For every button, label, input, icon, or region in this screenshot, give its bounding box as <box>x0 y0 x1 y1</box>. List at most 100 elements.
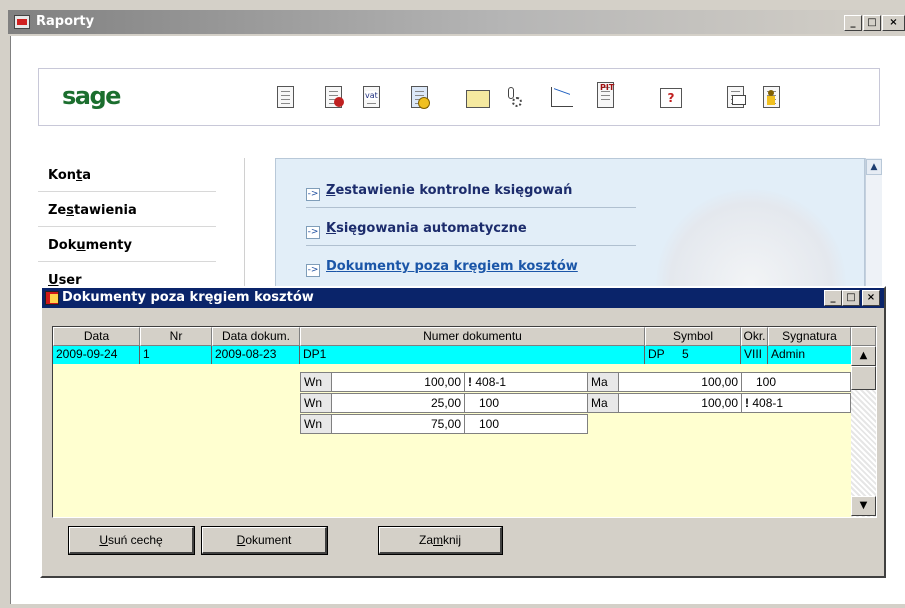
nav-item-zestawienia[interactable]: Zestawienia <box>38 193 216 227</box>
nav-zestawienia-accel: s <box>66 203 74 218</box>
cell-data: 2009-09-24 <box>53 346 140 364</box>
nav-divider <box>244 158 245 298</box>
nav-item-dokumenty[interactable]: Dokumenty <box>38 228 216 262</box>
cell-nr: 1 <box>140 346 212 364</box>
ma-account-cell: ! 408-1 <box>741 393 851 413</box>
dialog-close-button[interactable]: × <box>862 290 880 306</box>
close-accel: m <box>433 533 443 547</box>
wn-amount: 100,00 <box>331 372 465 392</box>
link-zestawienie-kontrolne[interactable]: -> Zestawienie kontrolne księgowań <box>306 183 636 209</box>
minimize-button[interactable]: _ <box>844 15 862 31</box>
wn-entry-row[interactable]: Wn 100,00 ! 408-1 <box>300 372 588 392</box>
link-label: estawienie kontrolne księgowań <box>335 183 573 198</box>
app-icon <box>14 15 30 29</box>
col-header-okr[interactable]: Okr. <box>741 327 768 346</box>
close-label-start: Za <box>418 533 433 547</box>
close-dialog-button[interactable]: Zamknij <box>378 526 503 555</box>
left-nav: Konta Zestawienia Dokumenty User <box>38 158 216 293</box>
document-label: okument <box>245 533 292 547</box>
dialog-app-icon <box>45 291 59 305</box>
col-header-nr[interactable]: Nr <box>140 327 212 346</box>
panel-scrollbar[interactable] <box>865 158 882 298</box>
vat-report-icon[interactable]: vat <box>360 85 384 111</box>
document-accel: D <box>236 533 246 547</box>
arrow-icon: -> <box>306 264 320 277</box>
dialog-titlebar[interactable]: Dokumenty poza kręgiem kosztów <box>42 288 884 308</box>
help-icon[interactable]: ? <box>658 85 684 111</box>
cell-numer: DP1 <box>300 346 645 364</box>
cell-sygnatura: Admin <box>771 347 806 361</box>
person-icon[interactable] <box>760 85 784 111</box>
cell-data-dokum: 2009-08-23 <box>212 346 300 364</box>
link-separator <box>306 245 636 246</box>
folder-icon[interactable] <box>464 85 492 111</box>
cell-symbol-nr: 5 <box>679 346 741 364</box>
cell-okr: VIII <box>741 346 768 364</box>
document-button[interactable]: Dokument <box>201 526 328 555</box>
main-titlebar[interactable]: Raporty <box>8 10 905 34</box>
link-label: okumenty poza kręgiem kosztów <box>336 259 578 274</box>
link-accel: D <box>326 259 337 274</box>
toolbar-band <box>38 68 880 126</box>
link-label: sięgowania automatyczne <box>336 221 527 236</box>
panel-scroll-up-icon[interactable]: ▲ <box>866 159 882 175</box>
col-header-symbol[interactable]: Symbol <box>645 327 741 346</box>
ma-side: Ma <box>587 393 619 413</box>
reports-panel: -> Zestawienie kontrolne księgowań -> Księ… <box>275 158 865 298</box>
dialog-maximize-button[interactable]: □ <box>842 290 860 306</box>
window-title: Raporty <box>36 14 95 29</box>
sage-logo: sage <box>62 82 121 110</box>
pit-icon[interactable]: PIT <box>594 81 620 111</box>
scroll-down-icon[interactable]: ▼ <box>851 496 876 516</box>
warning-icon: ! <box>468 375 472 389</box>
report-list-icon[interactable] <box>274 85 298 111</box>
dialog-minimize-button[interactable]: _ <box>824 290 842 306</box>
wn-account-cell: ! 408-1 <box>464 372 588 392</box>
ma-amount: 100,00 <box>618 372 742 392</box>
nav-item-konta[interactable]: Konta <box>38 158 216 192</box>
alert-report-icon[interactable] <box>408 85 432 111</box>
remove-accel: U <box>99 533 108 547</box>
ma-account: 100 <box>741 372 851 392</box>
link-dokumenty-poza-kregiem[interactable]: -> Dokumenty poza kręgiem kosztów <box>306 259 578 285</box>
scroll-thumb[interactable] <box>851 366 876 390</box>
background-portrait <box>656 189 846 297</box>
nav-dokumenty-accel: u <box>76 238 86 253</box>
config-report-icon[interactable] <box>322 85 346 111</box>
mail-icon[interactable] <box>724 85 748 111</box>
remove-flag-button[interactable]: Usuń cechę <box>68 526 195 555</box>
nav-zestawienia-text-end: tawienia <box>74 203 137 218</box>
remove-label: suń cechę <box>107 533 163 547</box>
col-header-data[interactable]: Data <box>53 327 140 346</box>
nav-zestawienia-text: Ze <box>48 203 67 218</box>
dialog-title: Dokumenty poza kręgiem kosztów <box>62 290 314 305</box>
maximize-button[interactable]: □ <box>863 15 881 31</box>
close-button[interactable]: × <box>882 15 905 31</box>
nav-dokumenty-text-end: menty <box>85 238 132 253</box>
col-header-data-dokum[interactable]: Data dokum. <box>212 327 300 346</box>
ma-account: 408-1 <box>752 396 784 410</box>
col-header-sygnatura[interactable]: Sygnatura <box>768 327 851 346</box>
warning-icon: ! <box>745 396 749 410</box>
pit-label: PIT <box>600 83 615 92</box>
link-ksiegowania-automatyczne[interactable]: -> Księgowania automatyczne <box>306 221 636 247</box>
wn-side: Wn <box>300 414 332 434</box>
nav-dokumenty-text: Dok <box>48 238 77 253</box>
nav-konta-text: Kon <box>48 168 77 183</box>
scroll-up-icon[interactable]: ▲ <box>851 346 876 366</box>
link-separator <box>306 207 636 208</box>
vat-label: vat <box>365 91 378 100</box>
wn-side: Wn <box>300 393 332 413</box>
chart-icon[interactable] <box>548 85 576 111</box>
wn-entry-row[interactable]: Wn 25,00 100 <box>300 393 588 413</box>
ma-entry-row[interactable]: Ma 100,00 100 <box>587 372 851 392</box>
wn-side: Wn <box>300 372 332 392</box>
table-row[interactable]: 2009-09-24 1 2009-08-23 DP1 DP 5 VIII Ad… <box>53 346 851 364</box>
tools-icon[interactable] <box>502 85 526 111</box>
wn-account: 100 <box>464 414 588 434</box>
col-header-numer-dokumentu[interactable]: Numer dokumentu <box>300 327 645 346</box>
wn-entry-row[interactable]: Wn 75,00 100 <box>300 414 588 434</box>
link-accel: K <box>326 221 337 236</box>
ma-entry-row[interactable]: Ma 100,00 ! 408-1 <box>587 393 851 413</box>
col-header-spacer <box>851 327 876 346</box>
